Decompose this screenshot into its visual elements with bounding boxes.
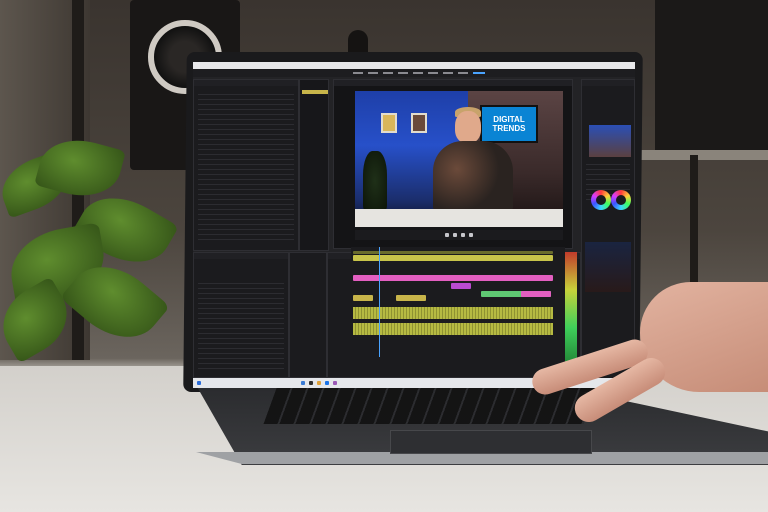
program-monitor-tab[interactable] [334, 80, 572, 86]
tv-text-line2: TRENDS [492, 124, 526, 133]
workspace-tab[interactable] [443, 72, 453, 74]
video-clip[interactable] [353, 275, 553, 281]
video-clip[interactable] [396, 295, 426, 301]
project-bin-rows [198, 279, 284, 369]
menu-bar[interactable] [193, 62, 635, 69]
play-icon[interactable] [453, 233, 457, 237]
workspace-tab[interactable] [353, 72, 363, 74]
workspace-tab[interactable] [368, 72, 378, 74]
timeline-ruler [353, 251, 553, 254]
taskbar-app-icon[interactable] [325, 381, 329, 385]
workspace-tab[interactable] [398, 72, 408, 74]
plant [0, 130, 190, 370]
tools-panel [289, 252, 327, 378]
tv-text-line1: DIGITAL [493, 115, 525, 124]
video-clip[interactable] [451, 283, 471, 289]
playhead[interactable] [379, 247, 380, 357]
effect-controls-tabs[interactable] [194, 80, 298, 86]
loop-icon[interactable] [469, 233, 473, 237]
project-tab[interactable] [194, 253, 288, 259]
workspace-tab[interactable] [413, 72, 423, 74]
workspace-bar [193, 69, 635, 77]
source-timeline-mini [299, 79, 329, 251]
taskbar-app-icon[interactable] [333, 381, 337, 385]
video-clip[interactable] [353, 255, 553, 261]
tv-screen: DIGITAL TRENDS [480, 105, 538, 143]
wall-picture [381, 113, 397, 133]
studio-plant [363, 151, 387, 211]
workspace-tab[interactable] [458, 72, 468, 74]
desk-lamp [348, 30, 368, 54]
background-shelf [640, 150, 768, 160]
photo-scene: DIGITAL TRENDS [0, 0, 768, 512]
taskbar-app-icon[interactable] [317, 381, 321, 385]
effect-controls-rows [198, 90, 294, 240]
workspace-tab[interactable] [383, 72, 393, 74]
host-face [455, 111, 481, 143]
project-panel [193, 252, 289, 378]
hand [520, 282, 768, 428]
transport-controls [355, 230, 563, 240]
step-forward-icon[interactable] [461, 233, 465, 237]
lumetri-preview-thumbnail [589, 125, 631, 157]
workspace-tab-active[interactable] [473, 72, 485, 74]
color-wheel-icon[interactable] [591, 190, 611, 210]
color-wheel-icon[interactable] [611, 190, 631, 210]
program-video-frame: DIGITAL TRENDS [355, 91, 563, 227]
workspace-tab[interactable] [428, 72, 438, 74]
trackpad [390, 430, 592, 454]
step-back-icon[interactable] [445, 233, 449, 237]
wall-picture [411, 113, 427, 133]
lumetri-tab[interactable] [582, 80, 634, 86]
taskbar-app-icon[interactable] [301, 381, 305, 385]
host-shirt [433, 141, 513, 211]
video-clip[interactable] [353, 295, 373, 301]
mini-clip [302, 90, 328, 94]
effect-controls-panel [193, 79, 299, 251]
taskbar-app-icon[interactable] [309, 381, 313, 385]
studio-desk [355, 209, 563, 227]
speaker-right [655, 0, 768, 160]
start-icon[interactable] [197, 381, 201, 385]
